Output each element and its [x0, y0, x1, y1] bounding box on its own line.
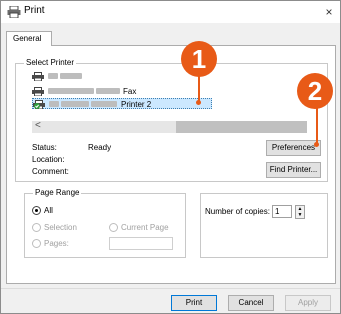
- page-range-legend: Page Range: [33, 188, 82, 197]
- selection-radio[interactable]: [32, 223, 41, 232]
- horizontal-scrollbar[interactable]: <: [32, 120, 307, 133]
- selection-radio-label: Selection: [44, 223, 77, 232]
- status-label: Status:: [32, 143, 57, 152]
- window-title: Print: [24, 5, 45, 16]
- preferences-button[interactable]: Preferences: [266, 140, 321, 156]
- redacted-name: [96, 88, 120, 94]
- redacted-name: [49, 101, 59, 107]
- callout-2-dot: [314, 142, 319, 147]
- pages-input[interactable]: [109, 237, 173, 250]
- tab-general[interactable]: General: [6, 31, 52, 46]
- printer-name: Fax: [123, 87, 137, 96]
- printer-icon: [32, 72, 44, 81]
- copies-input[interactable]: 1: [272, 205, 292, 218]
- comment-label: Comment:: [32, 167, 69, 176]
- printer-icon: [32, 87, 44, 96]
- printer-icon: [7, 6, 21, 18]
- apply-button[interactable]: Apply: [285, 295, 331, 311]
- redacted-name: [61, 101, 89, 107]
- copies-stepper[interactable]: ▲ ▼: [295, 205, 305, 219]
- callout-2-pointer: [316, 105, 318, 145]
- find-printer-button[interactable]: Find Printer...: [266, 162, 321, 178]
- pages-radio-label: Pages:: [44, 239, 69, 248]
- location-label: Location:: [32, 155, 65, 164]
- footer-divider: [1, 288, 340, 289]
- printer-list-item-selected[interactable]: Printer 2: [32, 98, 212, 109]
- copies-label: Number of copies:: [205, 207, 270, 216]
- print-dialog: Print × General Select Printer Fax Print…: [0, 0, 341, 314]
- current-page-radio-label: Current Page: [121, 223, 169, 232]
- all-radio-label: All: [44, 206, 53, 215]
- redacted-name: [48, 88, 94, 94]
- close-button[interactable]: ×: [319, 2, 339, 22]
- print-button[interactable]: Print: [171, 295, 217, 311]
- printer-list-item[interactable]: Fax: [32, 86, 302, 97]
- cancel-button[interactable]: Cancel: [228, 295, 274, 311]
- printer-name: Printer 2: [121, 100, 152, 109]
- status-value: Ready: [88, 143, 112, 152]
- redacted-name: [91, 101, 117, 107]
- current-page-radio[interactable]: [109, 223, 118, 232]
- printer-list-item[interactable]: [32, 71, 302, 82]
- redacted-name: [48, 73, 58, 79]
- callout-1-dot: [196, 100, 201, 105]
- title-bar: Print ×: [1, 1, 340, 23]
- all-radio[interactable]: [32, 206, 41, 215]
- pages-radio[interactable]: [32, 239, 41, 248]
- callout-badge-2: 2: [297, 73, 333, 109]
- select-printer-legend: Select Printer: [24, 58, 77, 67]
- callout-badge-1: 1: [181, 41, 217, 77]
- callout-1-pointer: [198, 73, 200, 101]
- scroll-thumb[interactable]: [176, 121, 307, 133]
- redacted-name: [60, 73, 82, 79]
- scroll-left-icon[interactable]: <: [35, 120, 41, 131]
- printer-icon: [33, 100, 45, 109]
- copies-group: [200, 193, 328, 258]
